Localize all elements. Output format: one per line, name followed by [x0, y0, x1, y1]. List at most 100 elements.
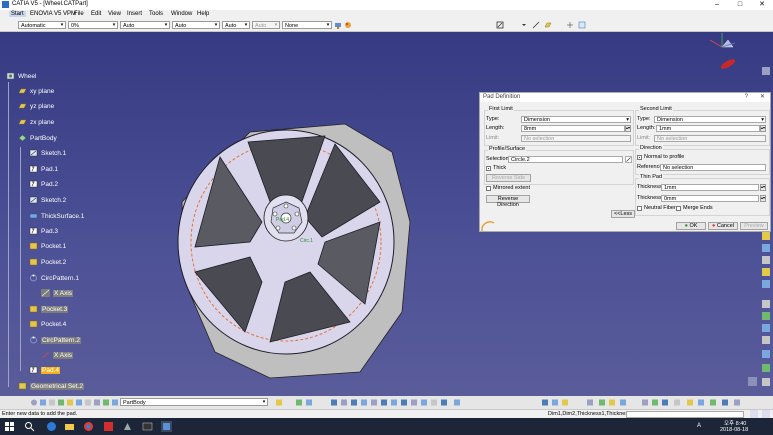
- thickness1-spinner[interactable]: ▴▾: [760, 184, 766, 191]
- right-toolbar-icon[interactable]: [762, 364, 770, 372]
- first-length-field[interactable]: 8mm: [521, 125, 625, 132]
- dropdown-arrow-icon[interactable]: [520, 21, 528, 29]
- menu-file[interactable]: File: [74, 11, 84, 17]
- sketch-edit-icon[interactable]: [625, 156, 632, 163]
- tree-node-pocket-4[interactable]: Pocket.4: [29, 320, 66, 329]
- layer-combo[interactable]: None ▾: [282, 21, 332, 29]
- menu-tools[interactable]: Tools: [149, 11, 163, 17]
- right-toolbar-icon[interactable]: [762, 67, 770, 75]
- right-toolbar-icon[interactable]: [762, 312, 770, 320]
- analysis-tools-icon-strip[interactable]: [542, 398, 742, 407]
- right-toolbar-icon[interactable]: [762, 268, 770, 276]
- tree-node-circpattern-2[interactable]: CircPattern.2: [29, 336, 81, 345]
- tree-node-x-axis-2[interactable]: X Axis: [41, 351, 74, 360]
- second-length-field[interactable]: 1mm: [656, 125, 760, 132]
- painter-icon[interactable]: [334, 21, 342, 29]
- body-select-combo[interactable]: PartBody ▾: [120, 398, 268, 406]
- menu-edit[interactable]: Edit: [91, 11, 101, 17]
- tree-node-zx-plane[interactable]: zx plane: [18, 118, 54, 127]
- tree-node-circpattern-1[interactable]: CircPattern.1: [29, 274, 79, 283]
- line-type-combo[interactable]: Auto ▾: [172, 21, 220, 29]
- point-symbol-combo[interactable]: Auto ▾: [222, 21, 250, 29]
- menu-insert[interactable]: Insert: [127, 11, 142, 17]
- second-length-spinner[interactable]: ▴▾: [760, 125, 766, 132]
- right-toolbar-icon[interactable]: [762, 300, 770, 308]
- tree-node-pocket-1[interactable]: Pocket.1: [29, 242, 66, 251]
- right-toolbar-icon[interactable]: [762, 378, 770, 386]
- file-explorer-icon[interactable]: [64, 421, 75, 432]
- merge-ends-checkbox[interactable]: [676, 206, 681, 211]
- menu-enovia[interactable]: ENOVIA V5 VPM: [30, 11, 76, 17]
- tree-node-xy-plane[interactable]: xy plane: [18, 87, 54, 96]
- menu-view[interactable]: View: [108, 11, 121, 17]
- right-toolbar-icon[interactable]: [762, 350, 770, 358]
- help-icon[interactable]: ?: [745, 93, 748, 102]
- app-icon[interactable]: [122, 421, 133, 432]
- photos-icon[interactable]: [142, 421, 153, 432]
- selection-field[interactable]: Circle.2: [508, 156, 623, 163]
- edge-browser-icon[interactable]: [46, 421, 57, 432]
- power-input-field[interactable]: [626, 411, 744, 418]
- right-toolbar-icon[interactable]: [762, 280, 770, 288]
- menu-start[interactable]: Start: [9, 11, 26, 17]
- mirrored-extent-checkbox[interactable]: [486, 186, 491, 191]
- line-weight-combo[interactable]: Auto ▾: [120, 21, 170, 29]
- point-tool-icon[interactable]: [566, 21, 574, 29]
- second-type-select[interactable]: Dimension ▾: [654, 116, 766, 123]
- menu-window[interactable]: Window: [171, 11, 192, 17]
- line-tool-icon[interactable]: [532, 21, 540, 29]
- menu-help[interactable]: Help: [197, 11, 209, 17]
- grid-tool-icon[interactable]: [578, 21, 586, 29]
- normal-to-profile-checkbox[interactable]: [637, 155, 642, 160]
- tools-icon[interactable]: [750, 410, 758, 418]
- acrobat-icon[interactable]: [103, 421, 114, 432]
- thick-checkbox[interactable]: [486, 166, 491, 171]
- right-toolbar-icon[interactable]: [762, 256, 770, 264]
- tree-node-pocket-2[interactable]: Pocket.2: [29, 258, 66, 267]
- tree-node-pad-2[interactable]: Pad.2: [29, 180, 58, 189]
- chrome-icon[interactable]: [83, 421, 94, 432]
- clock-date[interactable]: 2018-08-18: [720, 427, 748, 433]
- compass-icon[interactable]: [709, 33, 736, 71]
- first-length-spinner[interactable]: ▴▾: [625, 125, 631, 132]
- maximize-button[interactable]: □: [729, 0, 751, 10]
- right-toolbar-icon[interactable]: [762, 244, 770, 252]
- tree-node-x-axis-1[interactable]: X Axis: [41, 289, 74, 298]
- sketch-tool-icon[interactable]: [496, 21, 504, 29]
- neutral-fiber-checkbox[interactable]: [637, 206, 642, 211]
- windows-start-icon[interactable]: [4, 421, 15, 432]
- reverse-direction-button[interactable]: Reverse Direction: [486, 195, 530, 208]
- thickness2-spinner[interactable]: ▴▾: [760, 195, 766, 202]
- plane-tool-icon[interactable]: [544, 21, 552, 29]
- less-button[interactable]: <<Less: [611, 210, 635, 218]
- first-type-select[interactable]: Dimension ▾: [521, 116, 631, 123]
- tools-icon[interactable]: [762, 410, 770, 418]
- clock-time[interactable]: 오후 8:40: [724, 419, 746, 427]
- tree-node-geometrical-set-2[interactable]: Geometrical Set.2: [18, 382, 85, 391]
- tree-node-pocket-3[interactable]: Pocket.3: [29, 305, 69, 314]
- language-indicator[interactable]: A: [697, 423, 701, 429]
- color-combo[interactable]: Automatic ▾: [18, 21, 66, 29]
- transparency-combo[interactable]: 0% ▾: [68, 21, 118, 29]
- search-icon[interactable]: [24, 421, 35, 432]
- catia-taskbar-icon[interactable]: [161, 421, 172, 432]
- reference-field[interactable]: No selection: [660, 164, 766, 171]
- tree-node-thicksurface-1[interactable]: ThickSurface.1: [29, 212, 84, 221]
- close-button[interactable]: ✕: [751, 0, 773, 10]
- thickness2-field[interactable]: 0mm: [661, 195, 759, 202]
- tree-node-wheel[interactable]: Wheel: [6, 72, 36, 81]
- dialog-close-button[interactable]: ✕: [760, 93, 765, 102]
- tree-node-sketch-1[interactable]: Sketch.1: [29, 149, 66, 158]
- tree-node-partbody[interactable]: PartBody: [18, 134, 57, 143]
- right-toolbar-icon[interactable]: [762, 232, 770, 240]
- tree-node-pad-3[interactable]: Pad.3: [29, 227, 58, 236]
- right-toolbar-icon[interactable]: [762, 324, 770, 332]
- tree-node-yz-plane[interactable]: yz plane: [18, 102, 54, 111]
- sketch-tools-icon-strip[interactable]: [30, 398, 118, 407]
- thickness1-field[interactable]: 1mm: [661, 184, 759, 191]
- right-toolbar-icon[interactable]: [762, 336, 770, 344]
- tree-node-pad-1[interactable]: Pad.1: [29, 165, 58, 174]
- view-tools-icon-strip[interactable]: [276, 398, 466, 407]
- ok-button[interactable]: ● OK: [676, 222, 706, 230]
- tree-node-pad-4[interactable]: Pad.4: [29, 366, 60, 375]
